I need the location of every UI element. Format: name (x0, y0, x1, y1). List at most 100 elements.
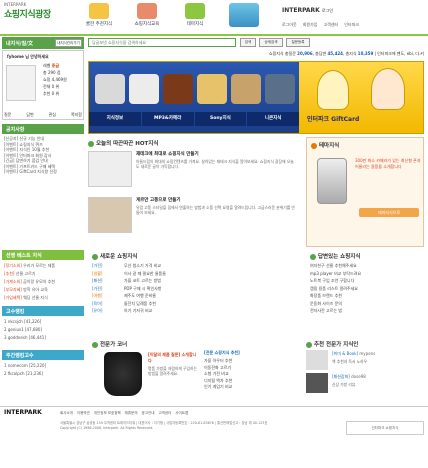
bag-image[interactable] (104, 352, 142, 396)
list-item[interactable]: [유아] 아기 기저귀 비교 (92, 307, 302, 315)
list-text[interactable]: 아기 기저귀 비교 (124, 307, 152, 315)
footer-links: 회사소개 이용약관 개인정보 보호정책 제휴문의 광고안내 고객센터 사이트맵 (60, 411, 420, 416)
footer-link[interactable]: 제휴문의 (125, 411, 138, 416)
list-item[interactable]: 노트북 구입 조언 구합니다 (310, 277, 424, 285)
banner-giftcard[interactable]: 인터파크 GiftCard (301, 62, 423, 133)
banner-nav-item[interactable]: 니콘지식 (247, 112, 299, 126)
footer-address: 서울특별시 강남구 삼성동 159 무역센터 트레이드타워 | 대표이사 : 이… (60, 421, 340, 430)
list-text[interactable]: PDP 구매 시 확인사항 (124, 285, 161, 293)
rank-id[interactable]: nomecom (8, 363, 28, 368)
watch-image[interactable] (197, 74, 227, 104)
list-item[interactable]: 전자사전 고르는 법 (310, 307, 424, 315)
camera-image[interactable] (129, 74, 159, 104)
footer-link[interactable]: 개인정보 보호정책 (94, 411, 121, 416)
list-text[interactable]: 제주도 여행 준비물 (124, 292, 156, 300)
list-text[interactable]: 가을 코트 고르는 방법 (124, 277, 161, 285)
list-item[interactable]: [육아] 돌잔치 답례품 추천 (92, 300, 302, 308)
search-input[interactable] (88, 38, 236, 47)
gadget-image[interactable] (265, 74, 295, 104)
ask-question-button[interactable]: 질문등록 (286, 38, 310, 47)
advanced-search-button[interactable]: 상세검색 (259, 38, 283, 47)
bag-image[interactable] (163, 74, 193, 104)
expert-item-title[interactable]: [이달의 제품 질문] 소개합니다 (148, 352, 198, 364)
best-item[interactable]: 곰이랑 유모차 추천 (23, 279, 55, 284)
stats-answer: 45,424 (327, 51, 343, 56)
top-link-logout[interactable]: 로그아웃 (282, 22, 297, 28)
main-banner[interactable]: 지식정보 MP3&카메라 Sony지식 니콘지식 인터파크 GiftCard (88, 61, 424, 134)
tab-messages[interactable]: 쪽지함 (71, 112, 82, 120)
expert-category[interactable]: [취미 & Book] (332, 351, 358, 356)
best-item[interactable]: 선물 고르기 (16, 271, 36, 276)
rank-id[interactable]: nkcsjch (8, 319, 23, 324)
list-item[interactable]: [가전] 무선 청소기 가격 비교 (92, 262, 302, 270)
tab-questions[interactable]: 질문 (4, 112, 11, 120)
banner-nav-item[interactable]: Sony지식 (194, 112, 247, 126)
character-girl (371, 68, 405, 110)
search-button[interactable]: 검색 (240, 38, 256, 47)
logo[interactable]: INTERPARK 쇼핑지식광장 (4, 2, 74, 32)
phone-image[interactable] (317, 158, 347, 204)
banner-nav-item[interactable]: MP3&카메라 (141, 112, 194, 126)
tab-answers[interactable]: 답변 (26, 112, 33, 120)
article-thumbnail[interactable] (88, 197, 132, 233)
list-item[interactable]: [생활] 이사 갈 때 필요한 물품들 (92, 270, 302, 278)
footer-badge[interactable]: 인터파크 쇼핑지식 (346, 421, 424, 435)
expert-id[interactable]: dose98 (351, 374, 366, 379)
hot-article[interactable]: 재테크에 최대로 쇼핑지식 만들기 아들드립이 최대의 쇼핑컨텐츠를 가져요. … (88, 151, 302, 199)
list-item[interactable]: [패션] 가을 코트 고르는 방법 (92, 277, 302, 285)
notice-item[interactable]: [이벤트] GiftCard 지식왕 선정 (4, 169, 84, 175)
list-tag: [패션] (92, 278, 103, 283)
banner-nav-item[interactable]: 지식정보 (89, 112, 141, 126)
theme-button[interactable]: 테마지식으로 (359, 208, 419, 217)
list-item[interactable]: mp3 player 비교 부탁드려요 (310, 270, 424, 278)
best-item[interactable]: 우리가 모르는 제품 (23, 263, 55, 268)
nav-education[interactable]: 쇼핑지식교육 (124, 2, 170, 32)
list-item[interactable]: 운동화 사이즈 문의 (310, 300, 424, 308)
hot-article[interactable]: 게르만 고풍으로 만들기 유럽 고풍 스타일을 집에서 연출하는 방법과 소품 … (88, 197, 302, 245)
avatar[interactable] (6, 65, 36, 101)
list-text[interactable]: 이사 갈 때 필요한 물품들 (124, 270, 166, 278)
list-item[interactable]: 화장품 브랜드 추천 (310, 292, 424, 300)
list-item[interactable]: [가전] PDP 구매 시 확인사항 (92, 285, 302, 293)
article-thumbnail[interactable] (88, 151, 132, 187)
top-link-help[interactable]: 고객센터 (323, 22, 338, 28)
stats-right[interactable]: 인터파크에 펜도, ebi, 다.커 (377, 51, 424, 56)
nav-recommend[interactable]: 쿨한 추천지식 (76, 2, 122, 32)
expert-avatar[interactable] (306, 350, 328, 370)
list-item[interactable]: 인기 게임기 비교 (204, 384, 300, 391)
my-knowledge-button[interactable]: 내지식관리가기 (55, 39, 82, 47)
rank-id[interactable]: genius1 (8, 327, 24, 332)
list-text[interactable]: 돌잔치 답례품 추천 (124, 300, 156, 308)
best-item[interactable]: 웨딩 선물 지식 (23, 295, 48, 300)
list-tag: [생활] (92, 270, 103, 276)
footer-logo[interactable]: INTERPARK (4, 409, 42, 416)
best-item[interactable]: 방학 유아 교육 (23, 287, 48, 292)
list-item[interactable]: 캠핑 용품 리스트 알려주세요 (310, 285, 424, 293)
tab-interest[interactable]: 관심 (49, 112, 56, 120)
rank-id[interactable]: goddnesh (8, 335, 28, 340)
footer-link[interactable]: 고객센터 (158, 411, 171, 416)
top-link-interpark[interactable]: 인터파크 (344, 22, 359, 28)
expert-category[interactable]: [패션잡화] (332, 374, 350, 379)
giftcard-label: 인터파크 GiftCard (307, 116, 360, 123)
shoes-image[interactable] (231, 74, 261, 104)
top-link-join[interactable]: 회원가입 (303, 22, 318, 28)
list-item[interactable]: 여자친구 선물 추천해주세요 (310, 262, 424, 270)
footer-link[interactable]: 광고안내 (142, 411, 155, 416)
article-title[interactable]: 게르만 고풍으로 만들기 (136, 197, 181, 203)
article-title[interactable]: 재테크에 최대로 쇼핑지식 만들기 (136, 151, 199, 157)
list-item[interactable]: [여행] 제주도 여행 준비물 (92, 292, 302, 300)
answered-section: 답변있는 쇼핑지식 여자친구 선물 추천해주세요 mp3 player 비교 부… (306, 252, 424, 336)
footer-link[interactable]: 이용약관 (77, 411, 90, 416)
nav-theme[interactable]: 테마지식 (172, 2, 218, 32)
nav-theme-label: 테마지식 (186, 22, 204, 27)
expert-avatar[interactable] (306, 373, 328, 393)
footer-link[interactable]: 사이트맵 (175, 411, 188, 416)
rank-num: 2 (4, 327, 7, 332)
brand-name[interactable]: INTERPARK (282, 7, 320, 14)
list-text[interactable]: 무선 청소기 가격 비교 (124, 262, 161, 270)
expert-id[interactable]: mypens (359, 351, 375, 356)
rank-id[interactable]: fkcolpch (8, 371, 25, 376)
footer-link[interactable]: 회사소개 (60, 411, 73, 416)
mp3-image[interactable] (95, 74, 125, 104)
